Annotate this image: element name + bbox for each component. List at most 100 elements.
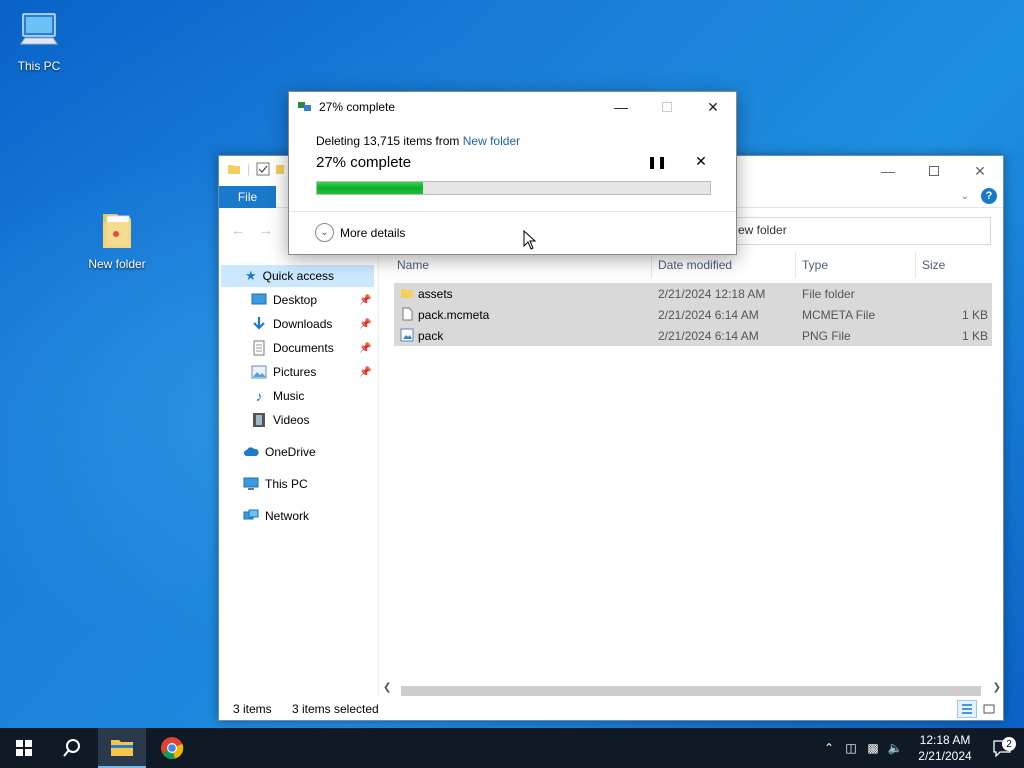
picture-icon [251,365,267,379]
column-header-size[interactable]: Size [922,258,945,272]
horizontal-scrollbar[interactable]: ❮ ❯ [379,682,1005,698]
nav-documents[interactable]: Documents [251,337,334,359]
action-center-button[interactable]: 2 [980,737,1024,757]
column-header-type[interactable]: Type [802,258,828,272]
file-row[interactable]: assets 2/21/2024 12:18 AM File folder [394,283,992,304]
cancel-button[interactable]: ✕ [693,153,709,170]
scroll-right-icon[interactable]: ❯ [993,682,1001,693]
file-list: Name Date modified Type Size assets 2/21… [387,252,992,698]
file-size: 1 KB [961,308,988,322]
document-icon [253,340,265,356]
taskbar: ⌃ ◫ ▩ 🔈 12:18 AM 2/21/2024 2 [0,728,1024,768]
column-header-date[interactable]: Date modified [658,258,732,272]
search-input[interactable]: ew folder [727,217,991,245]
nav-videos[interactable]: Videos [251,409,309,431]
scroll-left-icon[interactable]: ❮ [383,682,391,693]
file-date: 2/21/2024 6:14 AM [658,329,759,343]
file-date: 2/21/2024 12:18 AM [658,287,766,301]
nav-network[interactable]: Network [243,505,309,527]
folder-icon[interactable] [276,162,285,176]
notification-badge: 2 [1002,737,1016,751]
progress-bar [316,181,711,195]
minimize-button[interactable]: — [598,92,644,122]
quick-access-toolbar: | [227,162,285,176]
download-arrow-icon [253,317,265,330]
maximize-button[interactable] [911,156,957,186]
network-icon[interactable]: ▩ [862,741,884,755]
maximize-button [644,92,690,122]
volume-muted-icon[interactable]: 🔈 [884,741,906,755]
nav-label: Documents [273,341,334,355]
column-divider[interactable] [915,252,916,278]
show-hidden-icons-chevron-icon[interactable]: ⌃ [818,741,840,755]
column-header-name[interactable]: Name [397,258,429,272]
large-icons-view-icon[interactable] [979,700,999,718]
dialog-caption-buttons: — ✕ [598,92,736,122]
file-size: 1 KB [961,329,988,343]
nav-label: Desktop [273,293,318,307]
security-icon[interactable]: ◫ [840,741,862,755]
nav-music[interactable]: ♪ Music [251,385,305,407]
desktop-icon [251,293,267,305]
close-button[interactable]: ✕ [690,92,736,122]
separator: | [247,162,251,176]
scrollbar-thumb[interactable] [401,686,981,696]
image-file-icon [400,328,414,342]
system-tray: ⌃ ◫ ▩ 🔈 12:18 AM 2/21/2024 2 [818,728,1024,768]
minimize-icon: — [881,163,895,179]
computer-icon [20,13,58,45]
status-bar: 3 items 3 items selected [219,698,1003,720]
file-tab[interactable]: File [219,186,276,208]
pause-button[interactable]: ❚❚ [647,155,667,169]
file-row[interactable]: pack 2/21/2024 6:14 AM PNG File 1 KB [394,325,992,346]
help-icon[interactable]: ? [981,188,997,204]
desktop-icon-label: New folder [88,257,146,271]
expand-ribbon-chevron-icon[interactable]: ⌄ [961,191,969,202]
more-details-label: More details [340,225,406,240]
back-arrow-icon[interactable]: ← [231,222,245,238]
close-icon: ✕ [974,162,986,179]
nav-onedrive[interactable]: OneDrive [243,441,316,463]
taskbar-chrome[interactable] [148,728,196,768]
close-icon: ✕ [695,153,707,169]
file-row[interactable]: pack.mcmeta 2/21/2024 6:14 AM MCMETA Fil… [394,304,992,325]
pin-icon: 📌 [359,319,372,330]
nav-downloads[interactable]: Downloads [251,313,332,335]
details-view-icon[interactable] [957,700,977,718]
pause-icon: ❚❚ [647,155,668,169]
column-divider[interactable] [651,252,652,278]
nav-label: Network [265,509,310,523]
network-icon [243,509,259,520]
minimize-button[interactable]: — [865,156,911,186]
column-divider[interactable] [795,252,796,278]
nav-this-pc[interactable]: This PC [243,473,308,495]
file-type: File folder [802,287,855,301]
nav-label: Pictures [273,365,317,379]
forward-arrow-icon[interactable]: → [259,222,273,238]
nav-quick-access[interactable]: ★ Quick access [221,265,374,287]
clock[interactable]: 12:18 AM 2/21/2024 [910,732,980,764]
folder-icon[interactable] [227,162,241,176]
desktop-icon-this-pc[interactable]: This PC [1,10,77,73]
nav-pictures[interactable]: Pictures [251,361,316,383]
search-icon [63,739,80,757]
desktop-icon-new-folder[interactable]: New folder [79,208,155,271]
deleting-prefix: Deleting 13,715 items from [316,134,460,148]
more-details-toggle[interactable]: ⌄ More details [315,223,405,242]
file-operation-icon [298,102,311,111]
nav-desktop[interactable]: Desktop [251,289,317,311]
desktop-icon-label: This PC [17,59,61,73]
start-button[interactable] [0,728,48,768]
file-type: MCMETA File [802,308,876,322]
properties-icon[interactable] [256,162,270,176]
nav-label: This PC [265,477,308,491]
explorer-caption-buttons: — ✕ [865,156,1003,186]
source-folder-link[interactable]: New folder [463,134,520,148]
taskbar-file-explorer[interactable] [98,728,146,768]
nav-label: Music [273,389,305,403]
folder-icon [401,289,413,298]
search-button[interactable] [48,728,96,768]
computer-icon [243,477,259,490]
nav-arrows: ← → [231,222,273,238]
close-button[interactable]: ✕ [957,156,1003,186]
